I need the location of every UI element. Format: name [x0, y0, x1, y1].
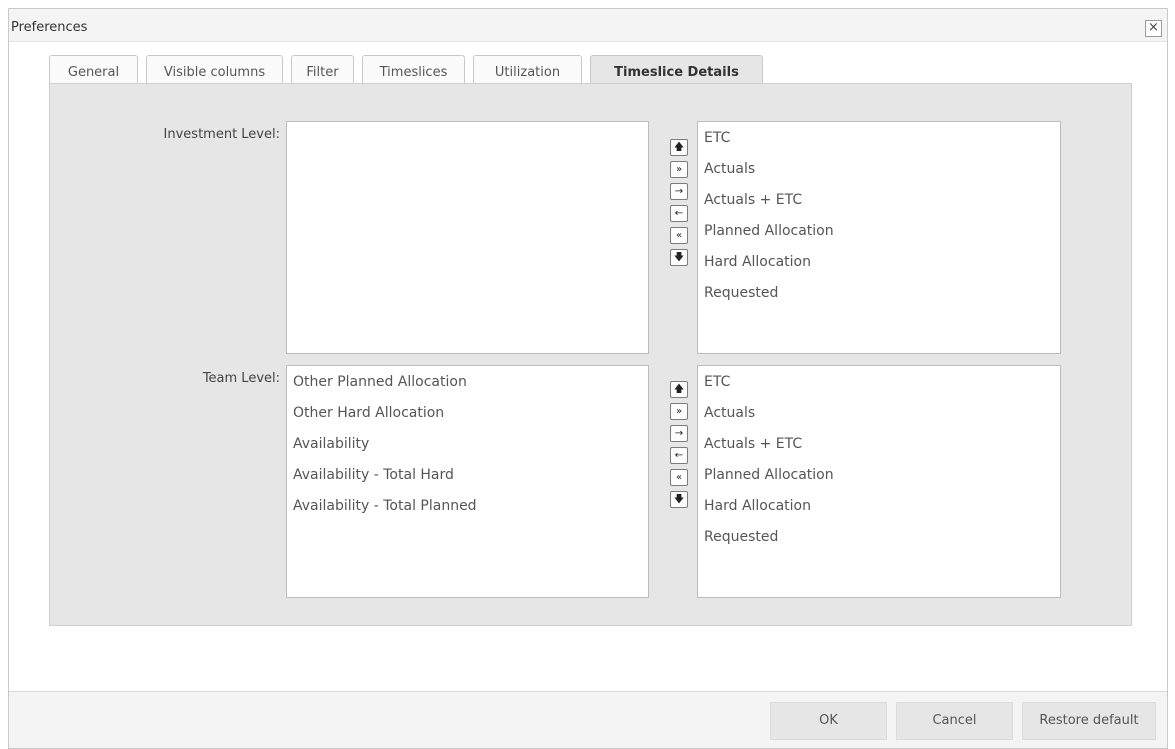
team-move-buttons: 🡅 » → ← « 🡇	[670, 381, 690, 541]
list-item[interactable]: Requested	[698, 279, 1060, 310]
list-item[interactable]: Actuals	[698, 399, 1060, 430]
double-arrow-left-icon: «	[675, 472, 683, 483]
close-button[interactable]: ×	[1145, 20, 1162, 37]
arrow-right-icon: →	[674, 186, 684, 197]
preferences-dialog: Preferences × General Visible columns Fi…	[8, 8, 1168, 749]
close-icon: ×	[1148, 20, 1159, 35]
list-item[interactable]: Requested	[698, 523, 1060, 554]
investment-move-down-button[interactable]: 🡇	[670, 249, 688, 266]
investment-remove-all-button[interactable]: «	[670, 227, 688, 244]
list-item[interactable]: Actuals + ETC	[698, 186, 1060, 217]
team-remove-all-button[interactable]: «	[670, 469, 688, 486]
dialog-title: Preferences	[11, 20, 88, 35]
list-item[interactable]: Actuals + ETC	[698, 430, 1060, 461]
double-arrow-right-icon: »	[675, 406, 683, 417]
arrow-right-icon: →	[674, 428, 684, 439]
cancel-button[interactable]: Cancel	[896, 702, 1013, 740]
team-add-all-button[interactable]: »	[670, 403, 688, 420]
team-move-up-button[interactable]: 🡅	[670, 381, 688, 398]
list-item[interactable]: Hard Allocation	[698, 492, 1060, 523]
list-item[interactable]: Availability - Total Hard	[287, 461, 648, 492]
list-item[interactable]: ETC	[698, 368, 1060, 399]
list-item[interactable]: Availability	[287, 430, 648, 461]
investment-remove-button[interactable]: ←	[670, 205, 688, 222]
arrow-up-icon: 🡅	[673, 384, 685, 395]
timeslice-details-panel: Investment Level: 🡅 » → ← « 🡇 ETC Actual…	[49, 83, 1132, 626]
investment-available-list[interactable]	[286, 121, 649, 354]
list-item[interactable]: Planned Allocation	[698, 461, 1060, 492]
list-item[interactable]: Planned Allocation	[698, 217, 1060, 248]
investment-selected-list[interactable]: ETC Actuals Actuals + ETC Planned Alloca…	[697, 121, 1061, 354]
arrow-left-icon: ←	[674, 450, 684, 461]
list-item[interactable]: Availability - Total Planned	[287, 492, 648, 523]
team-available-list[interactable]: Other Planned Allocation Other Hard Allo…	[286, 365, 649, 598]
restore-default-button[interactable]: Restore default	[1022, 702, 1156, 740]
investment-move-buttons: 🡅 » → ← « 🡇	[670, 139, 690, 299]
arrow-left-icon: ←	[674, 208, 684, 219]
list-item[interactable]: Other Hard Allocation	[287, 399, 648, 430]
team-level-label: Team Level:	[202, 371, 280, 386]
team-selected-list[interactable]: ETC Actuals Actuals + ETC Planned Alloca…	[697, 365, 1061, 598]
investment-add-button[interactable]: →	[670, 183, 688, 200]
list-item[interactable]: Hard Allocation	[698, 248, 1060, 279]
investment-level-label: Investment Level:	[163, 127, 280, 142]
investment-add-all-button[interactable]: »	[670, 161, 688, 178]
double-arrow-left-icon: «	[675, 230, 683, 241]
team-remove-button[interactable]: ←	[670, 447, 688, 464]
dialog-titlebar: Preferences ×	[9, 9, 1167, 41]
double-arrow-right-icon: »	[675, 164, 683, 175]
arrow-down-icon: 🡇	[673, 252, 685, 263]
list-item[interactable]: Other Planned Allocation	[287, 368, 648, 399]
list-item[interactable]: Actuals	[698, 155, 1060, 186]
ok-button[interactable]: OK	[770, 702, 887, 740]
arrow-up-icon: 🡅	[673, 142, 685, 153]
team-add-button[interactable]: →	[670, 425, 688, 442]
arrow-down-icon: 🡇	[673, 494, 685, 505]
team-move-down-button[interactable]: 🡇	[670, 491, 688, 508]
list-item[interactable]: ETC	[698, 124, 1060, 155]
investment-move-up-button[interactable]: 🡅	[670, 139, 688, 156]
